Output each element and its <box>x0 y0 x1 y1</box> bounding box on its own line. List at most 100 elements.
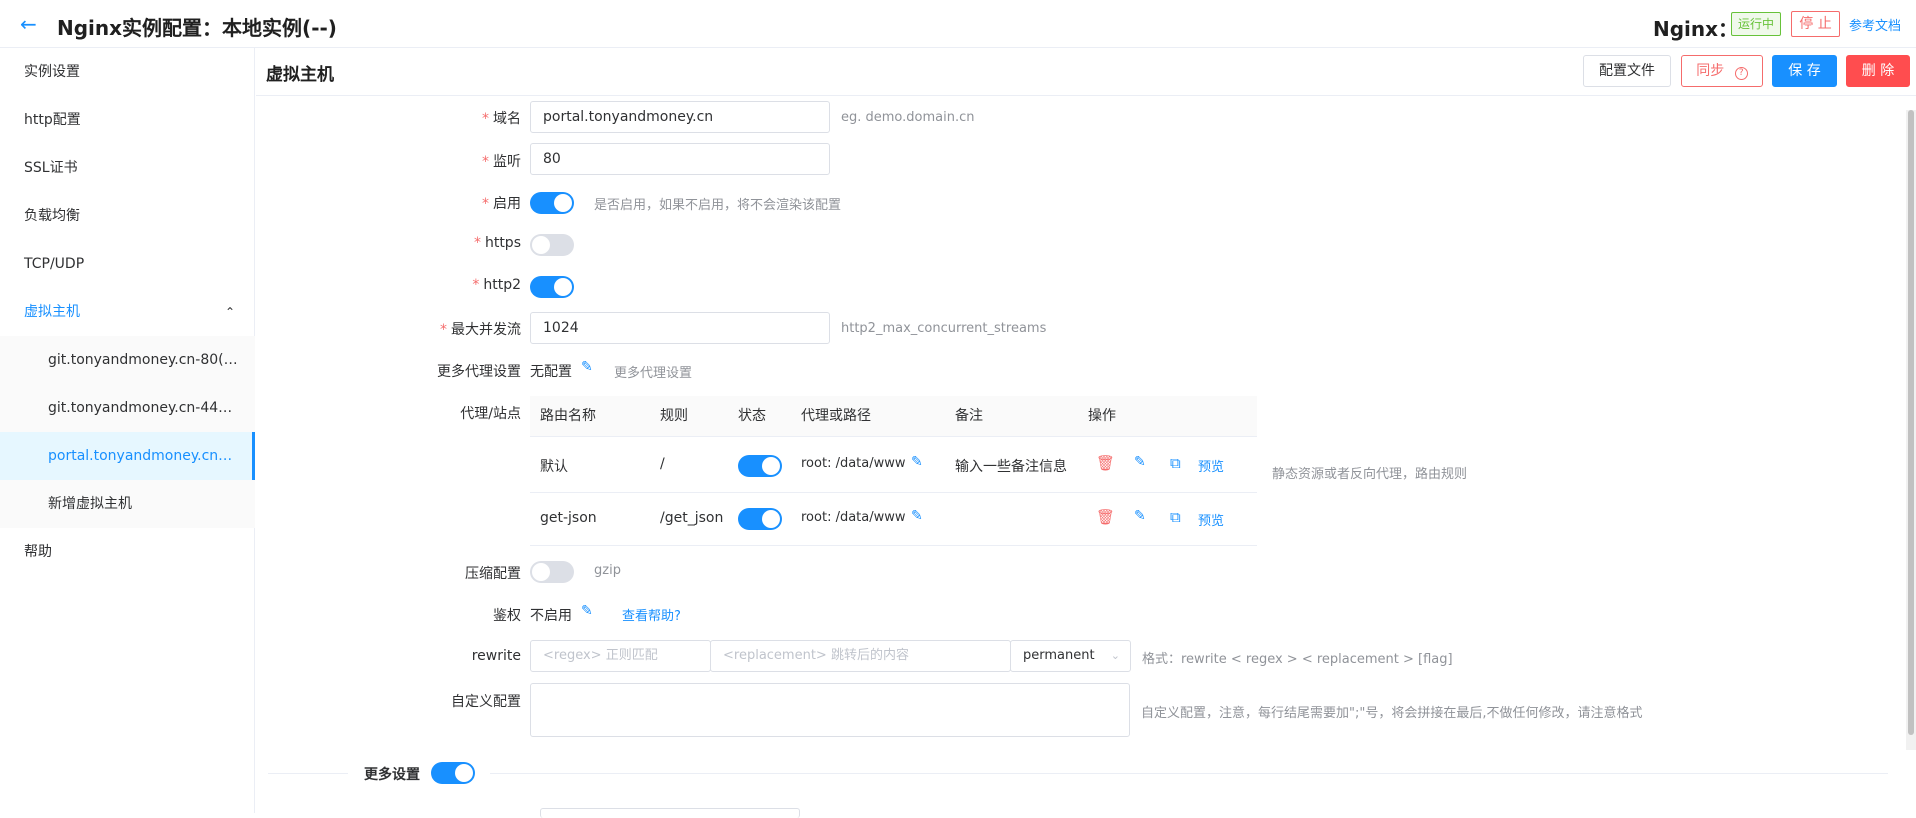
rewrite-flag-select[interactable]: permanent ⌄ <box>1010 640 1131 672</box>
sidebar-item-label: 虚拟主机 <box>24 304 80 320</box>
http2-switch[interactable] <box>530 276 574 298</box>
sidebar-item-label: 负载均衡 <box>24 208 80 224</box>
auth-label: 鉴权 <box>493 608 521 624</box>
column-header: 规则 <box>660 396 688 436</box>
delete-button[interactable]: 删 除 <box>1846 55 1910 87</box>
route-path: root: /data/www <box>801 456 906 471</box>
route-name: 默认 <box>540 459 568 475</box>
preview-link[interactable]: 预览 <box>1198 456 1224 475</box>
stop-button[interactable]: 停 止 <box>1791 11 1840 37</box>
sidebar: 实例设置 http配置 SSL证书 负载均衡 TCP/UDP 虚拟主机 ⌃ git… <box>0 48 255 813</box>
row-divider <box>530 545 1257 546</box>
custom-config-textarea[interactable] <box>530 683 1130 737</box>
preview-link[interactable]: 预览 <box>1198 510 1224 529</box>
sidebar-item-label: 实例设置 <box>24 64 80 80</box>
section-title: 虚拟主机 <box>266 65 334 85</box>
sidebar-item-load-balance[interactable]: 负载均衡 <box>0 192 255 240</box>
edit-icon[interactable]: ✎ <box>581 603 593 619</box>
auth-value: 不启用 <box>530 608 572 624</box>
rewrite-regex-input[interactable]: <regex> 正则匹配 <box>530 640 711 672</box>
edit-path-icon[interactable]: ✎ <box>911 508 923 524</box>
more-settings-label: 更多设置 <box>364 767 420 783</box>
enable-hint: 是否启用，如果不启用，将不会渲染该配置 <box>594 198 842 213</box>
enable-label: * 启用 <box>482 196 521 212</box>
sidebar-item-vhost-portal-80[interactable]: portal.tonyandmoney.cn-80(http) <box>0 432 255 480</box>
config-file-button[interactable]: 配置文件 <box>1583 55 1671 87</box>
https-switch[interactable] <box>530 234 574 256</box>
enable-switch[interactable] <box>530 192 574 214</box>
sidebar-item-label: git.tonyandmoney.cn-80(http) <box>48 352 255 368</box>
edit-path-icon[interactable]: ✎ <box>911 454 923 470</box>
edit-icon[interactable]: ✎ <box>581 359 593 375</box>
sidebar-item-label: http配置 <box>24 112 81 128</box>
route-status-switch[interactable] <box>738 508 782 530</box>
sidebar-item-tcp-udp[interactable]: TCP/UDP <box>0 240 255 288</box>
sidebar-item-vhost-git-443[interactable]: git.tonyandmoney.cn-443(https) <box>0 384 255 432</box>
row-divider <box>530 492 1257 493</box>
sidebar-item-label: TCP/UDP <box>24 256 85 272</box>
more-settings-divider <box>490 773 1888 774</box>
listen-input[interactable]: 80 <box>530 143 830 175</box>
more-proxy-hint: 更多代理设置 <box>614 366 693 381</box>
page-title: Nginx实例配置：本地实例(--) <box>57 16 337 40</box>
trash-icon[interactable]: 🗑 <box>1096 508 1115 526</box>
gzip-label: 压缩配置 <box>465 566 521 582</box>
chevron-up-icon: ⌃ <box>224 305 235 319</box>
sidebar-item-instance-settings[interactable]: 实例设置 <box>0 48 255 96</box>
back-arrow-icon[interactable]: ← <box>20 12 37 36</box>
sidebar-item-ssl[interactable]: SSL证书 <box>0 144 255 192</box>
rewrite-replacement-input[interactable]: <replacement> 跳转后的内容 <box>710 640 1011 672</box>
domain-input[interactable]: portal.tonyandmoney.cn <box>530 101 830 133</box>
column-header: 状态 <box>738 396 766 436</box>
docs-link[interactable]: 参考文档 <box>1849 15 1901 34</box>
auth-help-link[interactable]: 查看帮助? <box>622 605 681 624</box>
route-name: get-json <box>540 510 597 526</box>
sidebar-item-vhost-git-80[interactable]: git.tonyandmoney.cn-80(http) <box>0 336 255 384</box>
more-proxy-value: 无配置 <box>530 364 572 380</box>
sidebar-item-http-config[interactable]: http配置 <box>0 96 255 144</box>
route-path: root: /data/www <box>801 510 906 525</box>
trash-icon[interactable]: 🗑 <box>1096 454 1115 472</box>
chevron-down-icon: ⌄ <box>1110 649 1120 662</box>
proxy-table: 路由名称 规则 状态 代理或路径 备注 操作 默认 / root: /data/… <box>530 396 1257 546</box>
copy-icon[interactable]: ⧉ <box>1170 508 1181 526</box>
sync-button-label: 同步 <box>1696 63 1725 79</box>
app-header: ← Nginx实例配置：本地实例(--) Nginx： 运行中 停 止 参考文档 <box>0 0 1916 48</box>
sidebar-item-label: git.tonyandmoney.cn-443(https) <box>48 400 255 416</box>
proxy-label: 代理/站点 <box>460 406 521 422</box>
rewrite-hint: 格式：rewrite < regex > < replacement > [fl… <box>1142 652 1453 667</box>
column-header: 代理或路径 <box>801 396 871 436</box>
max-streams-hint: http2_max_concurrent_streams <box>841 321 1047 336</box>
sidebar-item-add-vhost[interactable]: 新增虚拟主机 <box>0 480 255 528</box>
column-header: 备注 <box>955 396 983 436</box>
column-header: 操作 <box>1088 396 1116 436</box>
sidebar-item-virtual-hosts[interactable]: 虚拟主机 ⌃ <box>0 288 255 336</box>
scrollbar-thumb[interactable] <box>1908 110 1914 735</box>
route-note: 输入一些备注信息 <box>955 459 1067 475</box>
copy-icon[interactable]: ⧉ <box>1170 454 1181 472</box>
more-proxy-label: 更多代理设置 <box>437 364 521 380</box>
max-streams-input[interactable]: 1024 <box>530 312 830 344</box>
question-circle-icon: ? <box>1734 67 1748 80</box>
row-divider <box>530 436 1257 437</box>
sidebar-item-help[interactable]: 帮助 <box>0 528 255 576</box>
proxy-hint: 静态资源或者反向代理，路由规则 <box>1272 467 1468 482</box>
http2-label: * http2 <box>472 277 521 293</box>
partial-input[interactable] <box>540 808 800 818</box>
https-label: * https <box>473 235 521 251</box>
more-settings-switch[interactable] <box>431 762 475 784</box>
domain-label: * 域名 <box>482 111 521 127</box>
save-button[interactable]: 保 存 <box>1772 55 1837 87</box>
header-divider <box>256 95 1916 96</box>
table-header <box>530 396 1257 436</box>
sidebar-item-label: SSL证书 <box>24 160 78 176</box>
domain-hint: eg. demo.domain.cn <box>841 110 975 125</box>
sync-button[interactable]: 同步 ? <box>1681 55 1763 87</box>
sidebar-item-label: 新增虚拟主机 <box>48 496 132 512</box>
nginx-status-label: Nginx： <box>1653 17 1739 41</box>
edit-icon[interactable]: ✎ <box>1134 454 1146 470</box>
gzip-switch[interactable] <box>530 561 574 583</box>
route-status-switch[interactable] <box>738 455 782 477</box>
rewrite-label: rewrite <box>471 648 521 664</box>
edit-icon[interactable]: ✎ <box>1134 508 1146 524</box>
